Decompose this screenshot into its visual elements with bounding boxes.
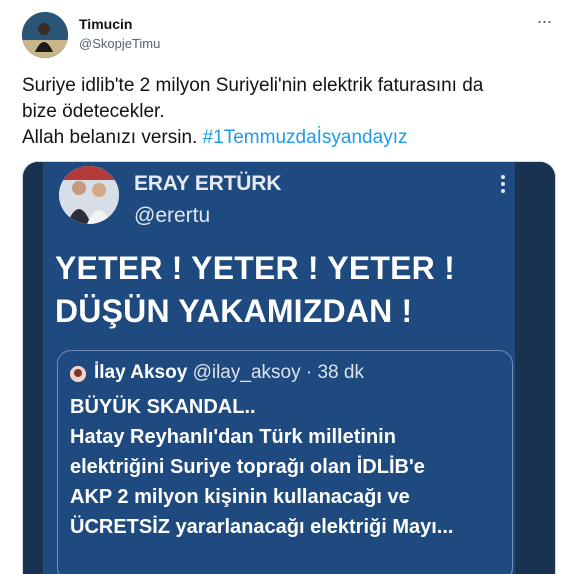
embedded-headline: DÜŞÜN YAKAMIZDAN ! — [55, 293, 413, 329]
tweet-media-image[interactable]: ERAY ERTÜRK @erertu YETER ! YETER ! YETE… — [22, 161, 556, 574]
avatar-photo — [70, 366, 86, 382]
image-margin — [23, 162, 43, 574]
embedded-author-handle: @erertu — [134, 204, 211, 227]
image-margin — [515, 162, 555, 574]
quoted-author-meta: @ilay_aksoy · 38 dk — [187, 362, 364, 383]
embedded-headline: YETER ! YETER ! YETER ! — [55, 250, 455, 286]
quoted-text-line: ÜCRETSİZ yararlanacağı elektriği Mayı... — [70, 516, 454, 538]
hashtag-link[interactable]: #1Temmuzdaİsyandayız — [203, 127, 408, 148]
embedded-author-name: ERAY ERTÜRK — [134, 172, 282, 195]
author-avatar[interactable] — [22, 12, 68, 58]
tweet: Timucin @SkopjeTimu ··· Suriye idlib'te … — [0, 0, 571, 574]
tweet-text-line: Suriye idlib'te 2 milyon Suriyeli'nin el… — [22, 75, 484, 96]
quoted-author-avatar — [70, 366, 86, 382]
tweet-text: Suriye idlib'te 2 milyon Suriyeli'nin el… — [22, 73, 562, 151]
embedded-author-avatar — [59, 166, 119, 224]
tweet-text-segment: Allah belanızı versin. — [22, 127, 203, 148]
quoted-tweet-header: İlay Aksoy @ilay_aksoy · 38 dk — [94, 362, 364, 384]
tweet-text-line: Allah belanızı versin. #1Temmuzdaİsyanda… — [22, 125, 562, 151]
quoted-tweet-text: BÜYÜK SKANDAL.. Hatay Reyhanlı'dan Türk … — [70, 392, 510, 542]
author-name[interactable]: Timucin — [79, 16, 132, 32]
quoted-text-line: BÜYÜK SKANDAL.. — [70, 396, 256, 418]
quoted-text-line: elektriğini Suriye toprağı olan İDLİB'e — [70, 456, 425, 478]
more-vertical-icon — [499, 174, 507, 194]
quoted-tweet: İlay Aksoy @ilay_aksoy · 38 dk BÜYÜK SKA… — [57, 350, 513, 574]
avatar-photo — [59, 166, 119, 224]
quoted-author-name: İlay Aksoy — [94, 362, 188, 383]
more-horizontal-icon[interactable]: ··· — [535, 11, 553, 31]
avatar-photo — [22, 12, 68, 58]
quoted-text-line: AKP 2 milyon kişinin kullanacağı ve — [70, 486, 410, 508]
quoted-text-line: Hatay Reyhanlı'dan Türk milletinin — [70, 426, 396, 448]
author-handle[interactable]: @SkopjeTimu — [79, 36, 160, 51]
tweet-text-line: bize ödetecekler. — [22, 101, 165, 122]
